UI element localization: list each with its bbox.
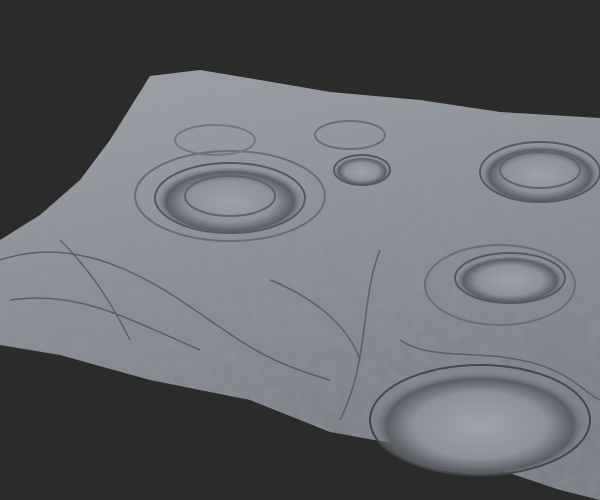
crater	[154, 162, 306, 234]
crater	[369, 364, 591, 476]
crater	[333, 154, 391, 186]
crater	[454, 252, 566, 304]
terrain-render	[0, 70, 600, 500]
